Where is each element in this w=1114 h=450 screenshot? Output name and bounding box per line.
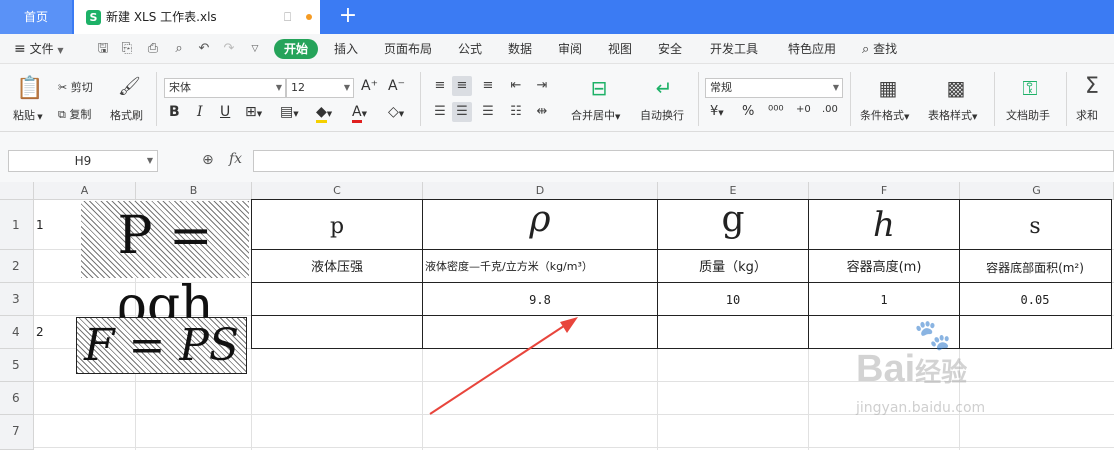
watermark-brand-text: Bai [856, 348, 916, 390]
watermark-url: jingyan.baidu.com [856, 400, 986, 416]
baidu-watermark: 🐾 Bai经验 jingyan.baidu.com [826, 318, 1056, 428]
arrow-head [560, 317, 578, 333]
arrow-line [429, 321, 571, 415]
watermark-brand: Bai经验 [856, 348, 967, 391]
watermark-brand-cn: 经验 [915, 357, 968, 387]
